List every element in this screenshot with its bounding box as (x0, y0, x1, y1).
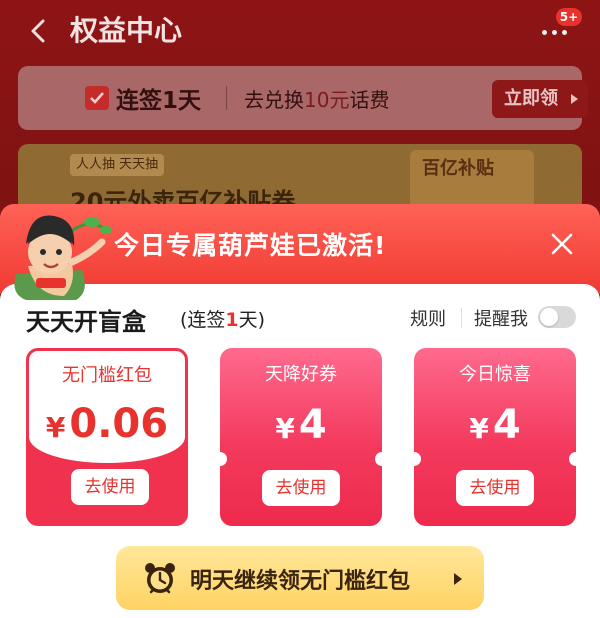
coupon-notch (220, 452, 227, 466)
cta-label: 明天继续领无门槛红包 (190, 569, 411, 594)
notification-badge: 5+ (556, 8, 582, 26)
coupon-amount: ¥4 (469, 402, 521, 448)
sign-streak-label: 连签1天 (116, 88, 202, 114)
divider (461, 308, 462, 328)
blind-box-panel: 天天开盲盒 (连签1天) 规则 提醒我 无门槛红包 ¥0.06 去使用 天降好券… (0, 284, 600, 618)
coupon-amount: ¥4 (275, 402, 327, 448)
remind-label: 提醒我 (474, 309, 528, 330)
coupon-card-sky-deal[interactable]: 天降好券 ¥4 去使用 (220, 348, 382, 526)
rules-link[interactable]: 规则 (410, 305, 446, 331)
use-coupon-button[interactable]: 去使用 (71, 469, 149, 505)
coupon-notch (414, 452, 421, 466)
divider (226, 86, 227, 110)
coupon-card-daily-surprise[interactable]: 今日惊喜 ¥4 去使用 (414, 348, 576, 526)
use-coupon-button[interactable]: 去使用 (456, 470, 534, 506)
banner-title: 今日专属葫芦娃已激活! (114, 231, 387, 260)
claim-now-button[interactable]: 立即领 (492, 80, 588, 118)
coupon-notch (375, 452, 382, 466)
use-coupon-button[interactable]: 去使用 (262, 470, 340, 506)
checkbox-icon (85, 86, 109, 110)
blind-box-popup: 今日专属葫芦娃已激活! 天天开盲盒 (连签1天) 规则 提醒我 无门槛红包 ¥0… (0, 204, 600, 618)
page-title: 权益中心 (70, 14, 183, 47)
coupon-card-no-threshold[interactable]: 无门槛红包 ¥0.06 去使用 (26, 348, 188, 526)
sign-in-card: 连签1天 去兑换10元话费 立即领 (18, 66, 588, 130)
coupon-name: 无门槛红包 (62, 365, 152, 386)
coupon-name: 天降好券 (265, 364, 337, 385)
streak-label: (连签1天) (180, 309, 266, 331)
calabash-mascot-icon (14, 215, 112, 300)
alarm-clock-icon (145, 563, 175, 594)
promo-tag: 人人抽 天天抽 (70, 154, 165, 176)
coupon-notch (569, 452, 576, 466)
remind-toggle[interactable] (538, 306, 576, 328)
sign-reward-desc: 去兑换10元话费 (244, 88, 390, 112)
chevron-right-icon (454, 573, 462, 585)
continue-tomorrow-button[interactable]: 明天继续领无门槛红包 (116, 546, 484, 610)
toggle-knob (540, 308, 558, 326)
coupon-amount: ¥0.06 (45, 401, 169, 447)
close-icon[interactable] (548, 230, 576, 258)
page-header: 权益中心 5+ (0, 0, 600, 64)
back-arrow-icon[interactable] (24, 16, 54, 46)
coupon-name: 今日惊喜 (459, 364, 531, 385)
